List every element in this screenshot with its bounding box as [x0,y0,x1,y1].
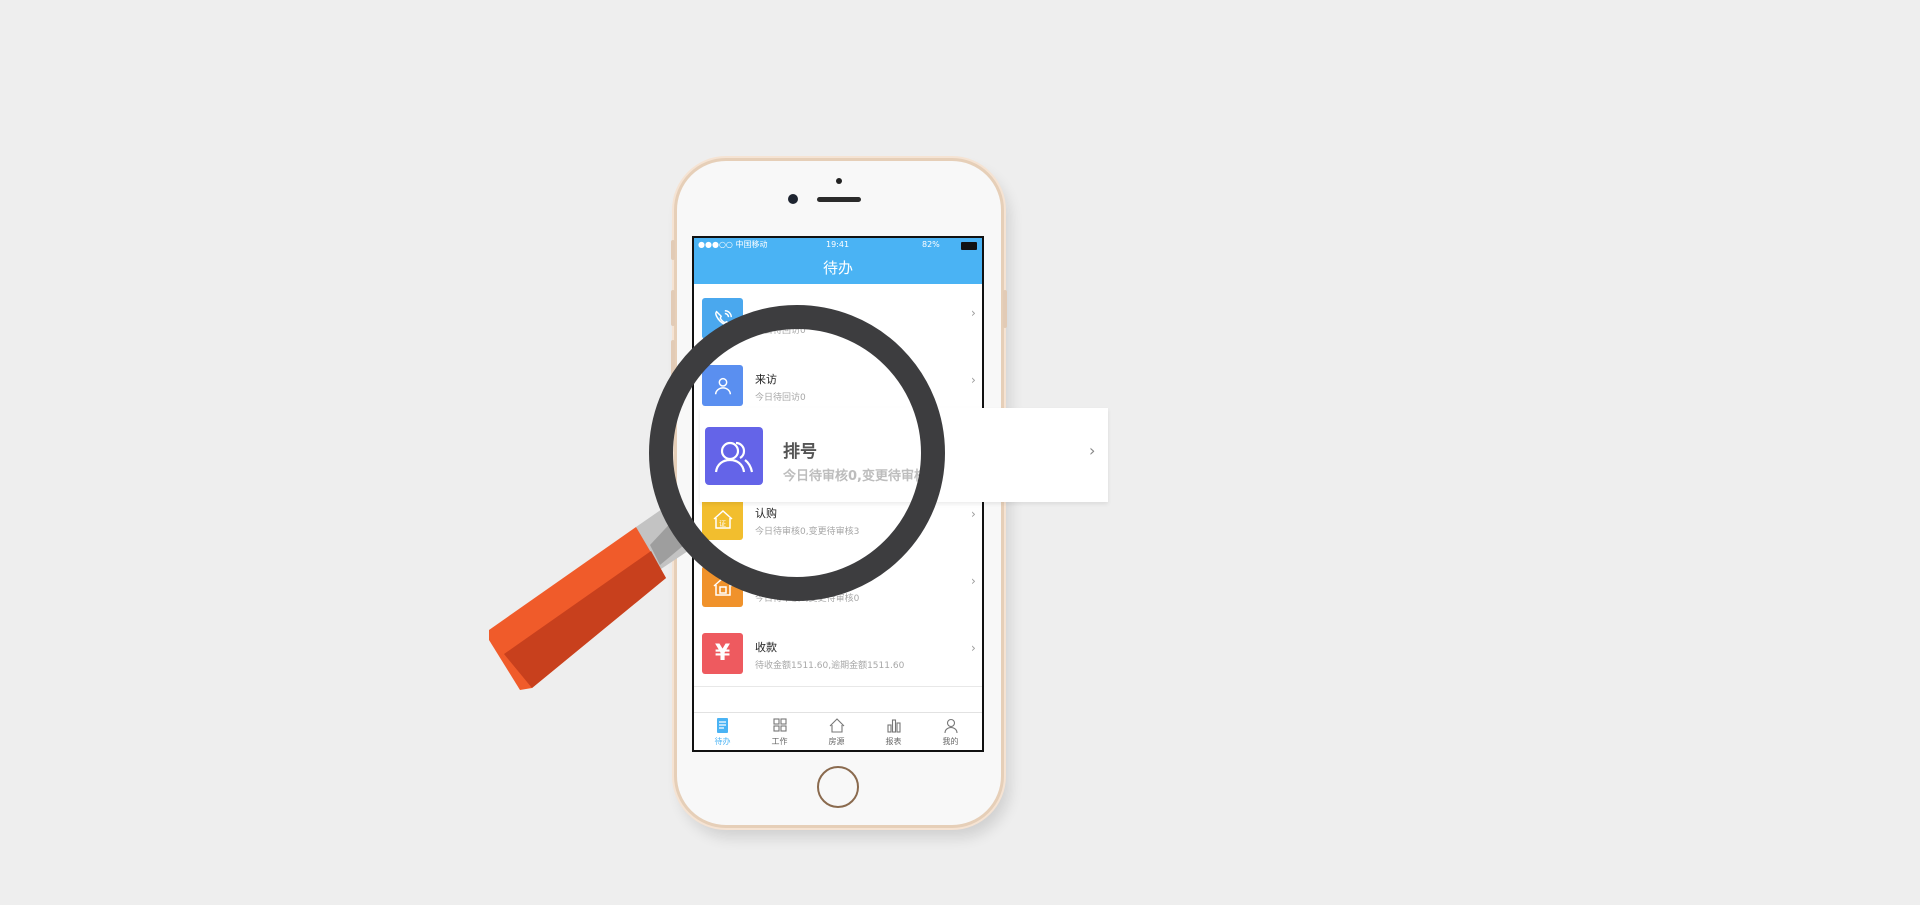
chevron-right-icon: › [971,507,976,521]
list-item-subtitle: 今日待回访0 [755,326,806,336]
zoom-item-title: 排号 [783,442,817,462]
zoomed-list-item-queue[interactable]: 排号 今日待审核0,变更待审核3 › [700,408,1108,502]
list-item-title: 认购 [755,507,777,520]
tab-label: 我的 [942,737,959,746]
status-bar: ●●●○○ 中国移动 19:41 82% [694,238,982,252]
proximity-sensor [836,178,842,184]
volume-down-button [671,340,675,376]
list-item-subtitle: 今日待审核0,变更待审核0 [755,594,860,604]
visitor-person-icon [702,365,743,406]
tab-work[interactable]: 工作 [751,713,808,750]
tab-label: 工作 [771,737,788,746]
list-item-title: 来访 [755,373,777,386]
tab-todo[interactable]: 待办 [694,713,751,750]
list-item-subtitle: 今日待审核0,变更待审核3 [755,527,860,537]
profile-icon [943,718,958,734]
list-item-contract[interactable]: 今日待审核0,变更待审核0 › [694,552,982,620]
house-contract-icon [702,566,743,607]
home-icon [829,718,844,733]
house-certificate-icon: 证 [702,499,743,540]
list-item-title: 收款 [755,641,777,654]
page-title: 待办 [822,259,853,277]
chevron-right-icon: › [971,574,976,588]
grid-icon [772,718,787,732]
tab-profile[interactable]: 我的 [922,713,979,750]
queue-users-icon [705,427,763,485]
phone-call-icon [702,298,743,339]
battery-percent: 82% [922,240,940,249]
home-button[interactable] [817,766,859,808]
list-item-payment[interactable]: ¥ 收款 待收金额1511.60,逾期金额1511.60 › [694,619,982,687]
volume-up-button [671,290,675,326]
tab-label: 待办 [714,737,731,746]
tab-label: 房源 [828,737,845,746]
svg-text:证: 证 [719,520,726,528]
status-time: 19:41 [826,240,850,249]
power-button [1003,290,1007,328]
todo-icon [716,718,728,733]
tab-housing[interactable]: 房源 [808,713,865,750]
tab-label: 报表 [885,737,902,746]
mute-switch [671,240,675,260]
magnifier-handle [489,498,700,690]
list-item-callback[interactable]: 今日待回访0 › [694,284,982,352]
chevron-right-icon: › [1089,441,1096,460]
zoom-item-subtitle: 今日待审核0,变更待审核3 [783,469,937,484]
front-camera [788,194,798,204]
tab-bar: 待办 工作 房源 报表 我的 [694,712,982,750]
yen-icon: ¥ [702,633,743,674]
signal-carrier: ●●●○○ 中国移动 [698,240,768,249]
list-item-subtitle: 待收金额1511.60,逾期金额1511.60 [755,661,905,671]
bar-chart-icon [886,719,901,733]
chevron-right-icon: › [971,306,976,320]
list-item-subtitle: 今日待回访0 [755,393,806,403]
nav-bar: 待办 [694,252,982,284]
tab-reports[interactable]: 报表 [865,713,922,750]
battery-icon [961,242,977,250]
chevron-right-icon: › [971,373,976,387]
chevron-right-icon: › [971,641,976,655]
earpiece-speaker [817,197,861,202]
